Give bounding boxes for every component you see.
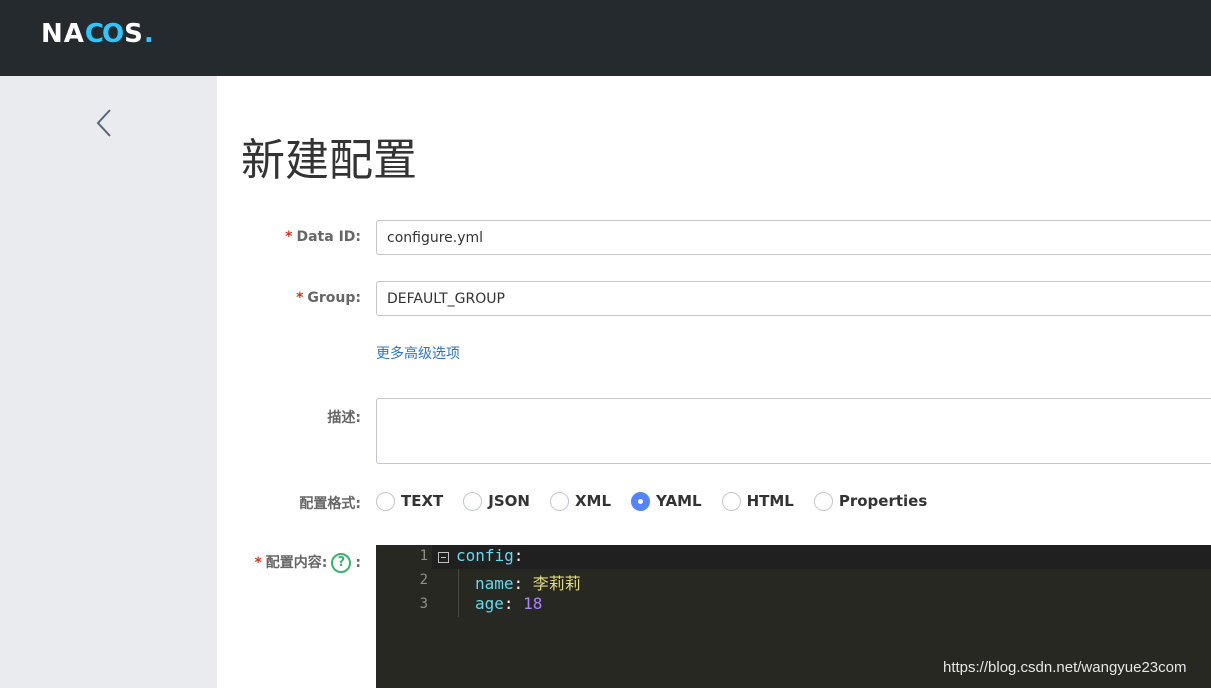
required-mark: * — [254, 555, 262, 571]
help-icon[interactable]: ? — [331, 553, 352, 573]
line-number: 2 — [419, 572, 428, 588]
radio-button[interactable] — [721, 491, 741, 511]
code-line: name: 李莉莉 — [475, 570, 581, 594]
content-label-text: 配置内容: — [265, 555, 328, 571]
code-line: age: 18 — [475, 594, 542, 613]
radio-button[interactable] — [463, 491, 483, 511]
group-value: DEFAULT_GROUP — [387, 290, 505, 307]
code-line: config: — [456, 546, 523, 565]
line-number: 3 — [419, 596, 428, 612]
page-title: 新建配置 — [241, 135, 417, 186]
radio-button-checked[interactable] — [631, 491, 651, 511]
yaml-colon: : — [513, 574, 533, 593]
group-input[interactable]: DEFAULT_GROUP — [376, 281, 1211, 316]
data-id-value: configure.yml — [387, 229, 484, 246]
yaml-key: age — [475, 594, 504, 613]
format-option-html[interactable]: HTML — [721, 491, 794, 511]
required-mark: * — [285, 229, 293, 245]
format-option-label: TEXT — [401, 492, 444, 510]
active-line-highlight — [432, 545, 1211, 569]
format-radio-group: TEXT JSON XML YAML HTML Properties — [376, 490, 947, 512]
description-label: 描述: — [327, 410, 361, 426]
advanced-options-link[interactable]: 更多高级选项 — [376, 343, 460, 363]
nacos-logo[interactable]: NA CO S. — [41, 18, 155, 50]
yaml-colon: : — [503, 594, 524, 613]
editor-gutter: 1 2 3 — [376, 545, 432, 688]
yaml-colon: : — [513, 546, 524, 565]
radio-button[interactable] — [549, 491, 569, 511]
yaml-number-value: 18 — [523, 594, 543, 613]
format-option-label: YAML — [656, 492, 702, 510]
yaml-key: config — [456, 546, 514, 565]
data-id-label-text: Data ID: — [296, 229, 361, 245]
back-arrow-icon[interactable] — [92, 106, 118, 140]
indent-guide — [458, 569, 459, 617]
data-id-label: * Data ID: — [285, 229, 361, 245]
group-label-text: Group: — [307, 290, 361, 306]
content-label-colon: : — [355, 555, 361, 571]
description-textarea[interactable] — [376, 398, 1211, 464]
format-option-text[interactable]: TEXT — [376, 491, 444, 511]
top-navbar: NA CO S. — [0, 0, 1211, 76]
sidebar — [0, 76, 217, 688]
format-option-xml[interactable]: XML — [549, 491, 612, 511]
yaml-key: name — [475, 574, 514, 593]
watermark: https://blog.csdn.net/wangyue23com — [943, 659, 1187, 676]
logo-text-s: S — [124, 19, 144, 49]
format-label: 配置格式: — [299, 496, 361, 512]
line-number: 1 — [419, 548, 428, 564]
logo-text-co: CO — [84, 19, 124, 49]
logo-dot: . — [143, 19, 155, 49]
logo-text-na: NA — [41, 19, 85, 49]
radio-button[interactable] — [376, 491, 395, 511]
yaml-string-value: 李莉莉 — [532, 574, 581, 593]
format-option-label: Properties — [838, 492, 928, 510]
format-option-json[interactable]: JSON — [463, 491, 530, 511]
data-id-input[interactable]: configure.yml — [376, 220, 1211, 255]
group-label: * Group: — [296, 290, 361, 306]
radio-button[interactable] — [813, 491, 833, 511]
content-label: * 配置内容:?: — [254, 552, 361, 573]
fold-toggle-icon[interactable] — [438, 552, 449, 563]
format-option-yaml[interactable]: YAML — [631, 491, 702, 511]
format-option-label: HTML — [746, 492, 794, 510]
format-option-properties[interactable]: Properties — [813, 491, 928, 511]
format-option-label: JSON — [488, 492, 530, 510]
format-option-label: XML — [574, 492, 612, 510]
required-mark: * — [296, 290, 304, 306]
